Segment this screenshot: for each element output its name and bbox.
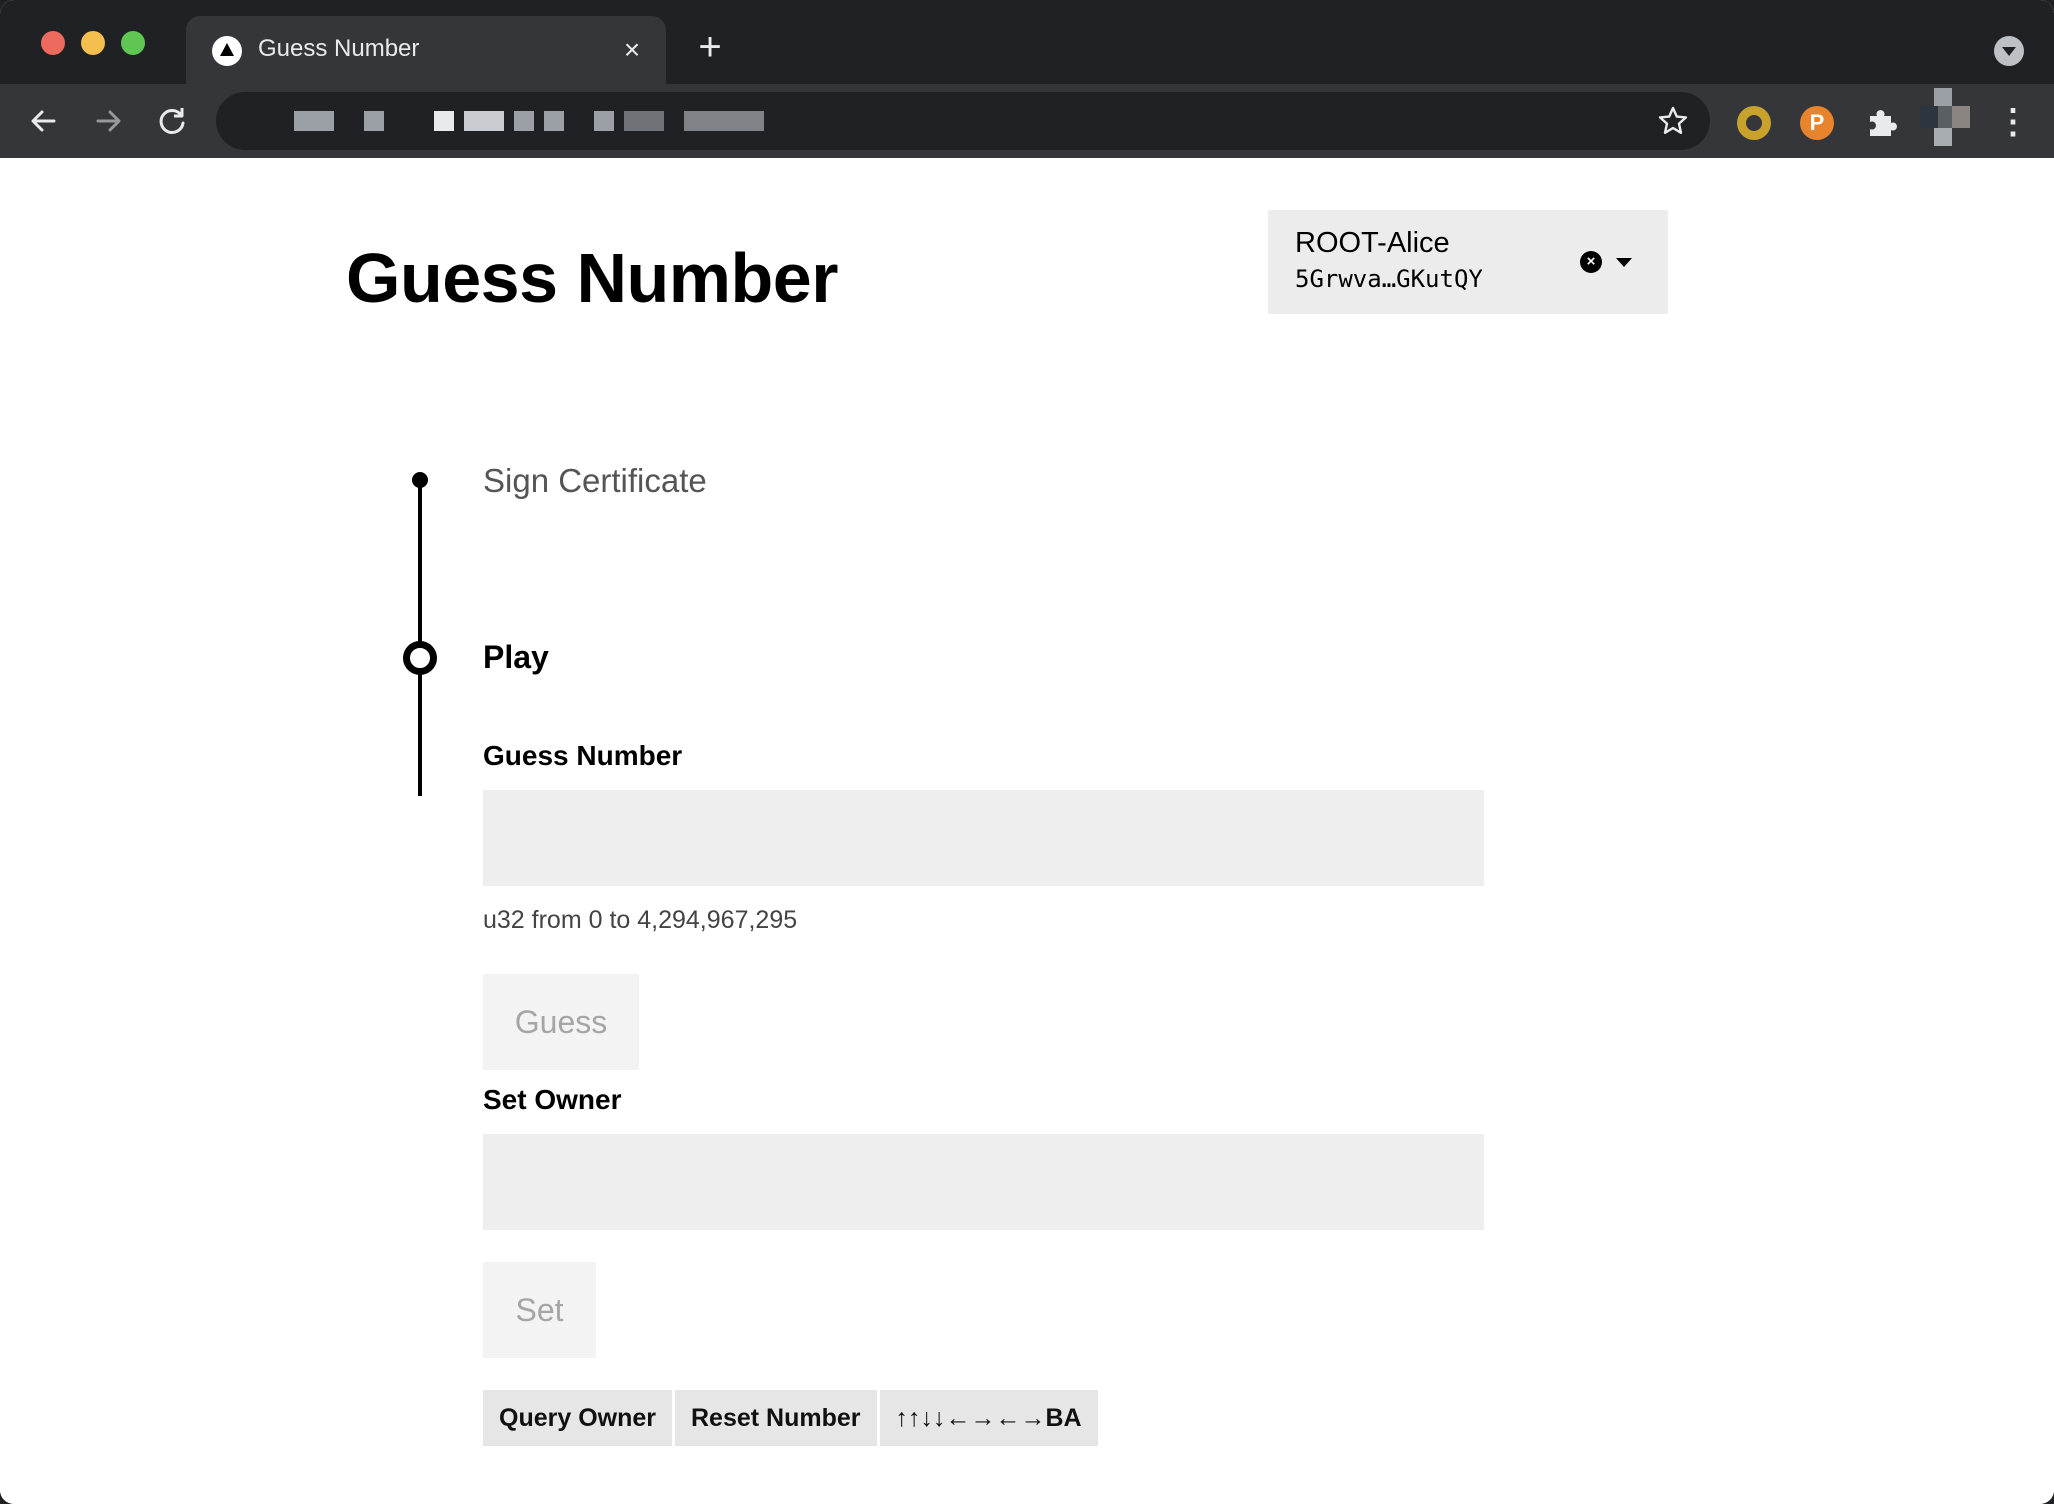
forward-arrow-icon[interactable]: [85, 98, 131, 144]
browser-toolbar: P ⋮: [0, 84, 2054, 158]
account-selector[interactable]: ROOT-Alice 5Grwva…GKutQY ×: [1268, 210, 1668, 314]
query-owner-button[interactable]: Query Owner: [483, 1390, 672, 1446]
reset-number-button[interactable]: Reset Number: [675, 1390, 877, 1446]
set-button[interactable]: Set: [483, 1262, 596, 1358]
tab-close-icon[interactable]: ×: [616, 34, 648, 66]
page-title: Guess Number: [346, 239, 838, 317]
guess-number-input[interactable]: [483, 790, 1484, 886]
new-tab-button[interactable]: +: [690, 27, 730, 68]
profile-avatar[interactable]: [1920, 88, 1970, 158]
address-bar[interactable]: [216, 92, 1710, 150]
extension-ring-icon[interactable]: [1737, 106, 1771, 140]
guess-button[interactable]: Guess: [483, 974, 639, 1070]
page-content: Guess Number ROOT-Alice 5Grwva…GKutQY × …: [0, 158, 2054, 1504]
maximize-window-button[interactable]: [121, 31, 145, 55]
reload-icon[interactable]: [149, 98, 195, 144]
tab-title: Guess Number: [258, 35, 420, 62]
clear-account-icon[interactable]: ×: [1580, 251, 1602, 273]
minimize-window-button[interactable]: [81, 31, 105, 55]
more-menu-icon[interactable]: ⋮: [1996, 105, 2030, 140]
tab-search-icon[interactable]: [1994, 36, 2024, 66]
action-button-row: Query Owner Reset Number ↑↑↓↓←→←→BA: [483, 1390, 1098, 1446]
account-address: 5Grwva…GKutQY: [1295, 265, 1483, 293]
polkadot-extension-icon[interactable]: P: [1800, 106, 1834, 140]
account-name: ROOT-Alice: [1295, 227, 1450, 259]
step-active-ring: [403, 641, 437, 675]
extensions-puzzle-icon[interactable]: [1864, 104, 1900, 140]
guess-number-hint: u32 from 0 to 4,294,967,295: [483, 906, 798, 934]
tab-strip: Guess Number × +: [0, 0, 2054, 84]
konami-code-button[interactable]: ↑↑↓↓←→←→BA: [879, 1390, 1098, 1446]
back-arrow-icon[interactable]: [21, 98, 67, 144]
set-owner-label: Set Owner: [483, 1084, 622, 1115]
guess-number-label: Guess Number: [483, 740, 683, 771]
set-owner-input[interactable]: [483, 1134, 1484, 1230]
bookmark-star-icon[interactable]: [1656, 104, 1690, 138]
redacted-url: [294, 110, 764, 132]
triangle-logo-icon: [212, 36, 242, 66]
step-play: Play: [483, 639, 549, 675]
step-connector-line: [418, 484, 422, 796]
close-window-button[interactable]: [41, 31, 65, 55]
browser-window: Guess Number × + P ⋮ Guess Number ROOT-A…: [0, 0, 2054, 1504]
dropdown-caret-icon[interactable]: [1616, 258, 1632, 267]
tab-guess-number[interactable]: Guess Number ×: [186, 16, 666, 84]
step-sign-certificate[interactable]: Sign Certificate: [483, 462, 707, 500]
